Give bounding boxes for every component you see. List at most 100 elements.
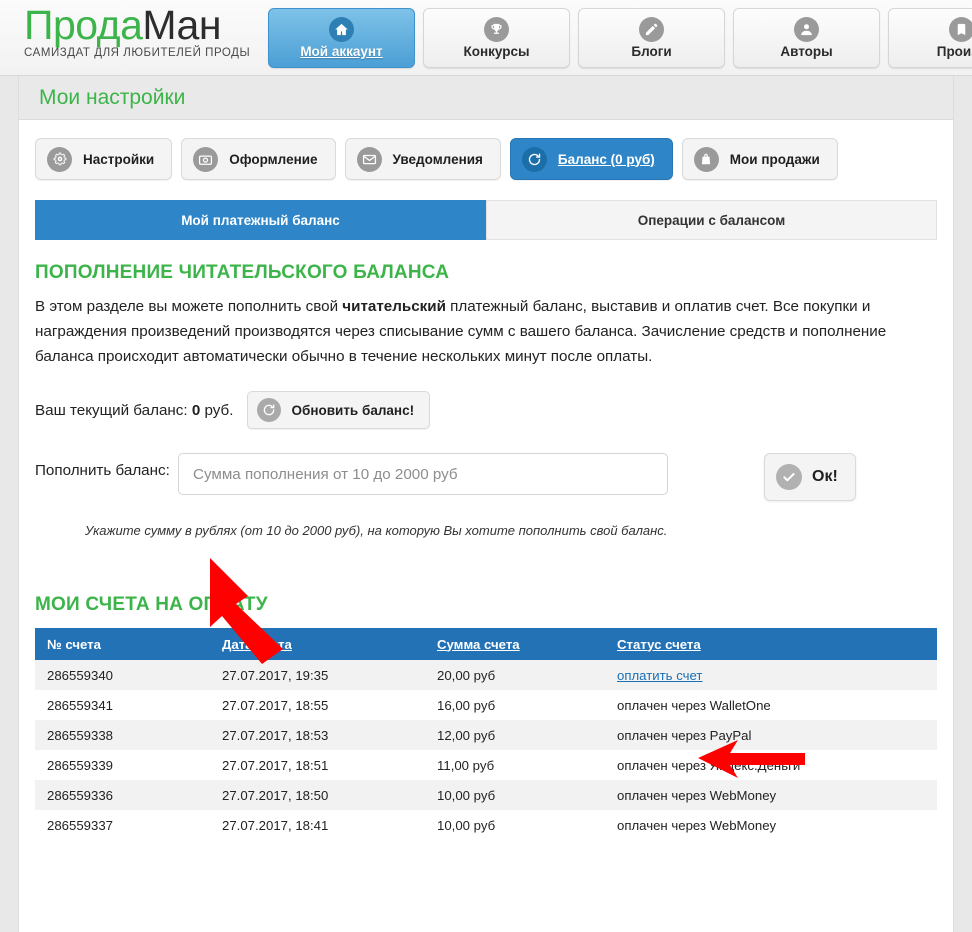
column-header-status-text: Статус счета (617, 636, 701, 652)
sub-tab-my-payment-balance[interactable]: Мой платежный баланс (35, 200, 486, 240)
current-balance-text: Ваш текущий баланс: 0 руб. (35, 402, 233, 419)
column-header-amount[interactable]: Сумма счета (425, 628, 605, 660)
column-header-amount-text: Сумма счета (437, 636, 520, 652)
page-header: Мои настройки (19, 76, 953, 120)
trophy-icon (484, 17, 509, 42)
settings-tab-balance[interactable]: Баланс (0 руб) (509, 138, 673, 180)
cell-invoice-number: 286559336 (47, 787, 114, 803)
table-row: 286559341 27.07.2017, 18:55 16,00 руб оп… (35, 690, 937, 720)
cell-invoice-amount: 12,00 руб (437, 727, 496, 743)
amount-input[interactable] (178, 453, 668, 495)
cell-invoice-number: 286559339 (47, 757, 114, 773)
brand-title-part1: Прода (24, 2, 143, 48)
nav-tab-my-account[interactable]: Мой аккаунт (268, 8, 415, 68)
settings-tab-label: Оформление (229, 151, 318, 167)
cell-invoice-date: 27.07.2017, 18:41 (222, 817, 329, 833)
invoices-table-body: 286559340 27.07.2017, 19:35 20,00 руб оп… (35, 660, 937, 840)
cell-invoice-date: 27.07.2017, 19:35 (222, 667, 329, 683)
cell-invoice-number: 286559337 (47, 817, 114, 833)
invoices-heading: МОИ СЧЕТА НА ОПЛАТУ (35, 594, 268, 615)
pay-invoice-link[interactable]: оплатить счет (617, 668, 702, 683)
cell-invoice-status: оплачен через WalletOne (617, 697, 771, 713)
nav-tab-label: Мой аккаунт (300, 44, 383, 59)
nav-tab-authors[interactable]: Авторы (733, 8, 880, 68)
table-header-row: № счета Дата счета Сумма счета Статус сч… (35, 628, 937, 660)
cell-invoice-status: оплачен через Яндекс.Деньги (617, 757, 801, 773)
desc-bold: читательский (342, 298, 446, 315)
envelope-icon (356, 146, 382, 172)
cell-invoice-date: 27.07.2017, 18:55 (222, 697, 329, 713)
settings-tab-label: Баланс (0 руб) (557, 151, 655, 167)
nav-tab-blogs[interactable]: Блоги (578, 8, 725, 68)
home-icon (329, 17, 354, 42)
current-balance-row: Ваш текущий баланс: 0 руб. Обновить бала… (35, 391, 937, 429)
column-header-number-text: № счета (47, 636, 101, 652)
cell-invoice-status: оплачен через PayPal (617, 727, 752, 743)
cell-invoice-status: оплатить счет (605, 660, 937, 690)
cell-invoice-amount: 10,00 руб (437, 787, 496, 803)
current-balance-label: Ваш текущий баланс: (35, 401, 192, 419)
refresh-balance-label: Обновить баланс! (291, 402, 415, 418)
book-icon (949, 17, 972, 42)
ok-submit-button[interactable]: Ок! (764, 453, 856, 501)
brand-title-part2: Ман (142, 2, 221, 48)
cell-invoice-status: оплачен через WebMoney (617, 787, 777, 803)
column-header-date[interactable]: Дата счета (210, 628, 425, 660)
refresh-balance-button[interactable]: Обновить баланс! (247, 391, 431, 429)
amount-hint-text: Укажите сумму в рублях (от 10 до 2000 ру… (85, 523, 668, 538)
column-header-number: № счета (35, 628, 210, 660)
nav-tab-contests[interactable]: Конкурсы (423, 8, 570, 68)
refresh-icon (521, 146, 547, 172)
amount-field-label: Пополнить баланс: (35, 462, 170, 479)
cell-invoice-number: 286559338 (47, 727, 114, 743)
bag-icon (693, 146, 719, 172)
topup-form-row: Пополнить баланс: Ок! (35, 453, 937, 501)
cell-invoice-number: 286559340 (47, 667, 114, 683)
content-card: Мои настройки Настройки Оформление Уведо… (18, 76, 954, 932)
settings-tab-notifications[interactable]: Уведомления (344, 138, 501, 180)
settings-tab-settings[interactable]: Настройки (35, 138, 173, 180)
settings-tab-label: Уведомления (392, 151, 483, 167)
table-row: 286559339 27.07.2017, 18:51 11,00 руб оп… (35, 750, 937, 780)
nav-tab-works[interactable]: Произв (888, 8, 972, 68)
settings-tab-appearance[interactable]: Оформление (181, 138, 336, 180)
settings-tab-row: Настройки Оформление Уведомления Баланс … (35, 138, 937, 180)
site-header: ПродаМан САМИЗДАТ ДЛЯ ЛЮБИТЕЛЕЙ ПРОДЫ Мо… (0, 0, 972, 76)
page-container: Мои настройки Настройки Оформление Уведо… (0, 76, 972, 932)
nav-tab-label: Авторы (780, 44, 833, 59)
table-row: 286559340 27.07.2017, 19:35 20,00 руб оп… (35, 660, 937, 690)
cell-invoice-status: оплачен через WebMoney (617, 817, 777, 833)
cell-invoice-date: 27.07.2017, 18:53 (222, 727, 329, 743)
desc-part-1: В этом разделе вы можете пополнить свой (35, 298, 343, 315)
gear-icon (47, 146, 72, 172)
invoices-table: № счета Дата счета Сумма счета Статус сч… (35, 628, 937, 840)
topup-description: В этом разделе вы можете пополнить свой … (35, 294, 937, 369)
cell-invoice-date: 27.07.2017, 18:50 (222, 787, 329, 803)
user-icon (794, 17, 819, 42)
pencil-icon (639, 17, 664, 42)
sub-tab-balance-operations[interactable]: Операции с балансом (486, 200, 937, 240)
refresh-icon (257, 398, 282, 422)
camera-icon (193, 146, 219, 172)
cell-invoice-amount: 20,00 руб (437, 667, 496, 683)
nav-tab-label: Конкурсы (463, 44, 530, 59)
invoices-table-head: № счета Дата счета Сумма счета Статус сч… (35, 628, 937, 660)
settings-tab-my-sales[interactable]: Мои продажи (681, 138, 838, 180)
cell-invoice-amount: 11,00 руб (437, 757, 495, 773)
balance-sub-tabs: Мой платежный баланс Операции с балансом (35, 200, 937, 240)
nav-tab-label: Произв (936, 44, 972, 59)
cell-invoice-number: 286559341 (47, 697, 114, 713)
table-row: 286559336 27.07.2017, 18:50 10,00 руб оп… (35, 780, 937, 810)
settings-tab-label: Мои продажи (729, 151, 820, 167)
page-title: Мои настройки (39, 85, 186, 109)
column-header-date-text: Дата счета (222, 636, 292, 652)
site-logo[interactable]: ПродаМан САМИЗДАТ ДЛЯ ЛЮБИТЕЛЕЙ ПРОДЫ (0, 0, 268, 59)
check-circle-icon (776, 464, 802, 490)
ok-button-label: Ок! (812, 468, 838, 485)
table-row: 286559337 27.07.2017, 18:41 10,00 руб оп… (35, 810, 937, 840)
main-navigation: Мой аккаунт Конкурсы Блоги Авторы Произв (268, 0, 972, 68)
brand-tagline: САМИЗДАТ ДЛЯ ЛЮБИТЕЛЕЙ ПРОДЫ (24, 47, 251, 59)
topup-heading: ПОПОЛНЕНИЕ ЧИТАТЕЛЬСКОГО БАЛАНСА (35, 262, 450, 283)
cell-invoice-date: 27.07.2017, 18:51 (222, 757, 329, 773)
column-header-status[interactable]: Статус счета (605, 628, 937, 660)
